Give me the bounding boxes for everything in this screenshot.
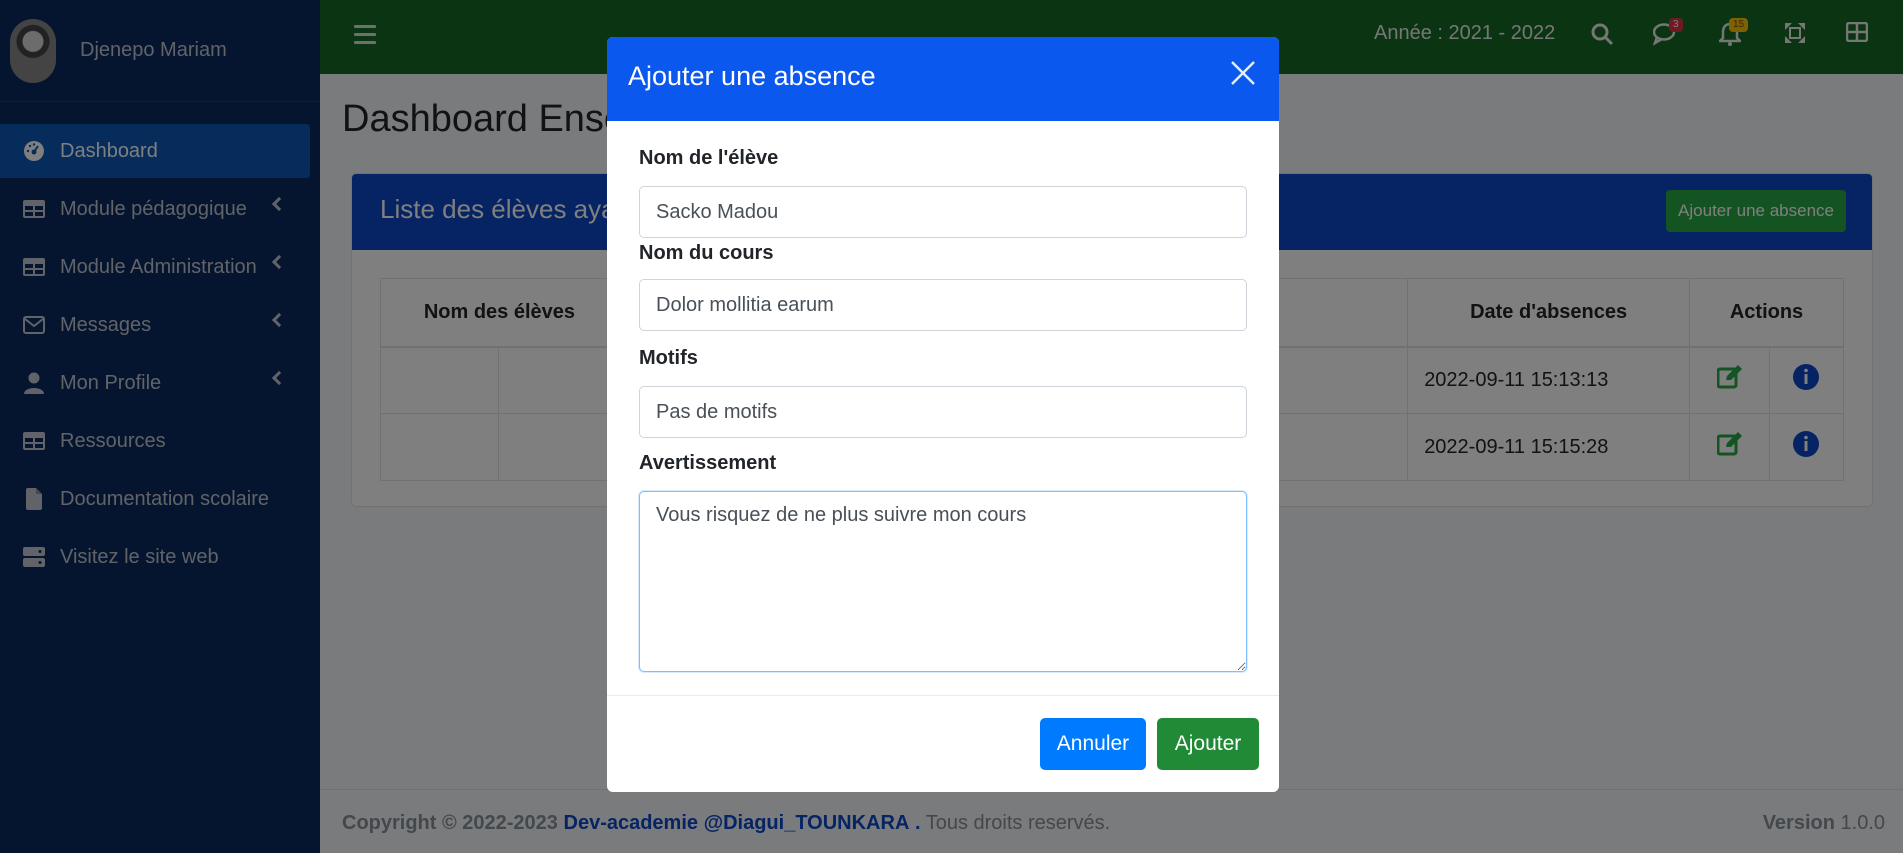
modal-body: Nom de l'élève Sacko Madou Nom du cours … xyxy=(607,121,1279,677)
modal-title: Ajouter une absence xyxy=(628,61,876,91)
add-absence-modal: Ajouter une absence Nom de l'élève Sacko… xyxy=(607,37,1279,792)
student-name-label: Nom de l'élève xyxy=(639,147,779,169)
warning-textarea[interactable]: Vous risquez de ne plus suivre mon cours xyxy=(639,491,1247,672)
cancel-button[interactable]: Annuler xyxy=(1040,718,1146,770)
modal-footer: Annuler Ajouter xyxy=(607,695,1279,792)
submit-button[interactable]: Ajouter xyxy=(1157,718,1259,770)
course-name-label: Nom du cours xyxy=(639,242,774,264)
close-icon[interactable] xyxy=(1229,59,1259,89)
course-name-input[interactable]: Dolor mollitia earum xyxy=(639,279,1247,331)
reasons-label: Motifs xyxy=(639,347,698,369)
reasons-input[interactable]: Pas de motifs xyxy=(639,386,1247,438)
modal-header: Ajouter une absence xyxy=(607,37,1279,121)
student-name-input[interactable]: Sacko Madou xyxy=(639,186,1247,238)
warning-label: Avertissement xyxy=(639,452,777,474)
